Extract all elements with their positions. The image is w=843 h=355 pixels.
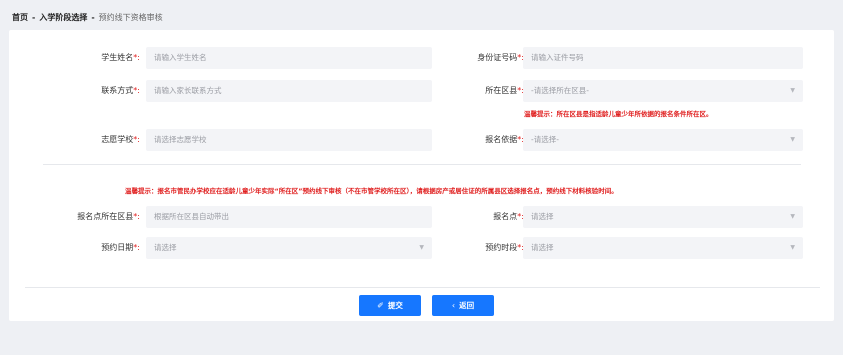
- breadcrumb-separator: -: [91, 13, 95, 22]
- signup-district-label: 报名点所在区县*:: [77, 212, 140, 221]
- back-button[interactable]: ‹ 返回: [432, 295, 494, 316]
- date-label: 预约日期*:: [101, 243, 140, 252]
- required-mark: *:: [133, 212, 140, 221]
- period-select[interactable]: 请选择 ▼: [523, 237, 803, 259]
- form-row-4: 报名点所在区县*: 根据所在区县自动带出 报名点*: 请选择 ▼: [9, 206, 834, 228]
- breadcrumb-stage[interactable]: 入学阶段选择: [39, 12, 87, 23]
- district-hint: 温馨提示：所在区县是指适龄儿童少年所依据的报名条件所在区。: [524, 110, 713, 118]
- school-label: 志愿学校*:: [101, 135, 140, 144]
- breadcrumb-home[interactable]: 首页: [12, 12, 28, 23]
- required-mark: *:: [133, 86, 140, 95]
- form-row-2: 联系方式*: 请输入家长联系方式 所在区县*: -请选择所在区县- ▼: [9, 80, 834, 102]
- submit-label: 提交: [387, 301, 403, 310]
- notice-text: 温馨提示：报名市管民办学校应在适龄儿童少年实际“所在区”预约线下审核（不在市管学…: [125, 187, 618, 195]
- breadcrumb-current: 预约线下资格审核: [98, 13, 163, 22]
- signup-district-input: 根据所在区县自动带出: [146, 206, 432, 228]
- submit-button[interactable]: ✐ 提交: [359, 295, 421, 316]
- basis-select[interactable]: -请选择- ▼: [523, 129, 803, 151]
- form-row-3: 志愿学校*: 请选择志愿学校 报名依据*: -请选择- ▼: [9, 129, 834, 151]
- student-name-label: 学生姓名*:: [101, 53, 140, 62]
- chevron-down-icon: ▼: [790, 136, 795, 143]
- basis-label: 报名依据*:: [485, 135, 524, 144]
- contact-label: 联系方式*:: [101, 86, 140, 95]
- signup-point-label: 报名点*:: [493, 212, 524, 221]
- district-select[interactable]: -请选择所在区县- ▼: [523, 80, 803, 102]
- form-card: 学生姓名*: 请输入学生姓名 身份证号码*: 请输入证件号码 联系方式*: 请输…: [9, 30, 834, 321]
- form-row-1: 学生姓名*: 请输入学生姓名 身份证号码*: 请输入证件号码: [9, 47, 834, 69]
- chevron-down-icon: ▼: [419, 244, 424, 251]
- chevron-down-icon: ▼: [790, 87, 795, 94]
- send-icon: ✐: [377, 301, 384, 310]
- chevron-left-icon: ‹: [451, 301, 456, 310]
- required-mark: *:: [133, 53, 140, 62]
- form-row-5: 预约日期*: 请选择 ▼ 预约时段*: 请选择 ▼: [9, 237, 834, 259]
- contact-input[interactable]: 请输入家长联系方式: [146, 80, 432, 102]
- footer-divider: [25, 287, 820, 288]
- period-label: 预约时段*:: [485, 243, 524, 252]
- school-input[interactable]: 请选择志愿学校: [146, 129, 432, 151]
- breadcrumb: 首页 - 入学阶段选择 - 预约线下资格审核: [12, 12, 163, 23]
- district-label: 所在区县*:: [485, 86, 524, 95]
- date-select[interactable]: 请选择 ▼: [146, 237, 432, 259]
- id-number-input[interactable]: 请输入证件号码: [523, 47, 803, 69]
- required-mark: *:: [133, 135, 140, 144]
- signup-point-select[interactable]: 请选择 ▼: [523, 206, 803, 228]
- chevron-down-icon: ▼: [790, 213, 795, 220]
- chevron-down-icon: ▼: [790, 244, 795, 251]
- section-divider: [43, 164, 801, 165]
- required-mark: *:: [133, 243, 140, 252]
- id-number-label: 身份证号码*:: [477, 53, 524, 62]
- student-name-input[interactable]: 请输入学生姓名: [146, 47, 432, 69]
- back-label: 返回: [459, 301, 475, 310]
- breadcrumb-separator: -: [32, 13, 36, 22]
